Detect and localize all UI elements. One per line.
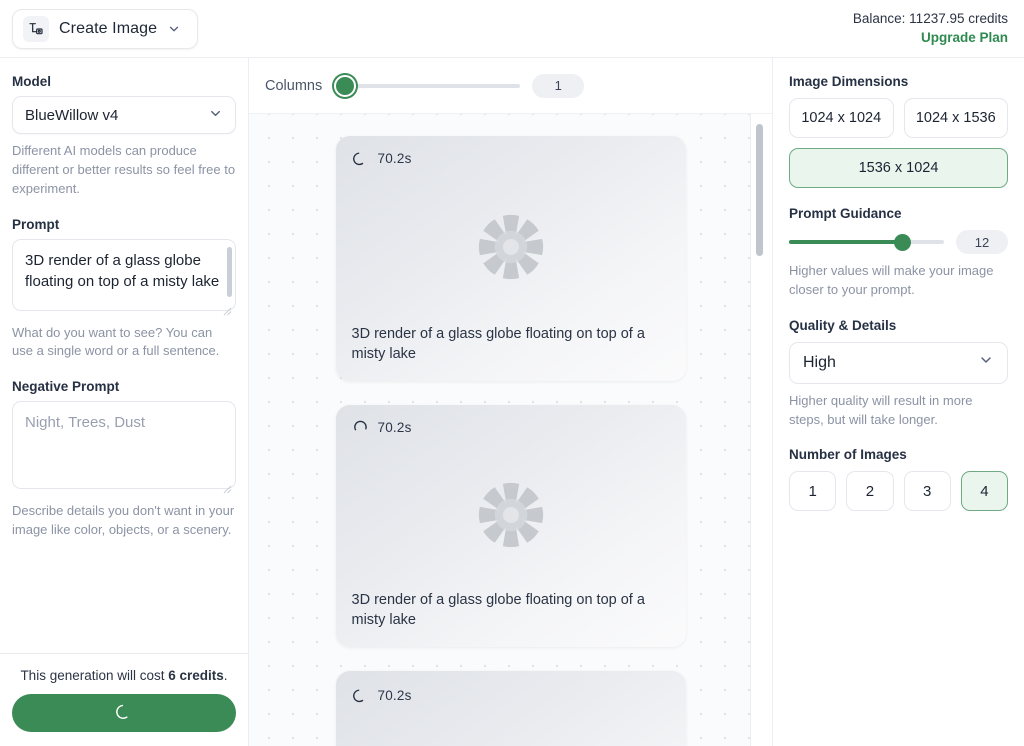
model-select[interactable]: BlueWillow v4	[12, 96, 236, 134]
model-help-text: Different AI models can produce differen…	[12, 143, 236, 196]
sidebar-footer: This generation will cost 6 credits.	[0, 653, 248, 746]
generation-card-header: 70.2s	[336, 405, 686, 450]
prompt-guidance-fill	[789, 240, 906, 244]
quality-help-text: Higher quality will result in more steps…	[789, 392, 973, 427]
negative-prompt-label: Negative Prompt	[12, 379, 120, 395]
generation-card[interactable]: 70.2s	[335, 405, 686, 647]
negative-prompt-field: Negative Prompt Describe details you don…	[12, 379, 236, 540]
prompt-guidance-slider[interactable]	[789, 232, 944, 252]
prompt-guidance-group: Prompt Guidance 12 Higher values will ma…	[789, 206, 1008, 300]
prompt-guidance-label: Prompt Guidance	[789, 206, 902, 221]
quality-group: Quality & Details High Higher quality wi…	[789, 318, 1008, 430]
generation-card[interactable]: 70.2s	[335, 671, 686, 746]
generation-placeholder-art	[336, 180, 686, 314]
generation-card-caption: 3D render of a glass globe floating on t…	[351, 325, 645, 363]
chevron-down-icon	[167, 22, 181, 36]
number-option-1[interactable]: 1	[789, 471, 837, 512]
generation-timer: 70.2s	[377, 419, 412, 435]
main-body: Model BlueWillow v4 Different AI models …	[0, 58, 1024, 746]
image-dimensions-group: Image Dimensions 1024 x 1024 1024 x 1536…	[789, 74, 1008, 188]
prompt-guidance-row: 12	[789, 230, 1008, 254]
model-select-value: BlueWillow v4	[25, 106, 119, 124]
negative-prompt-input-wrap	[12, 401, 236, 494]
columns-slider[interactable]	[334, 74, 521, 97]
canvas-scrollbar-thumb[interactable]	[756, 124, 763, 256]
number-of-images-label: Number of Images	[789, 447, 907, 463]
generation-cards-list: 70.2s 3D render of a glass globe floatin…	[249, 114, 772, 746]
image-dimensions-label: Image Dimensions	[789, 74, 909, 89]
loading-spinner-icon	[115, 703, 133, 723]
balance-area: Balance: 11237.95 credits Upgrade Plan	[853, 10, 1014, 46]
dimension-option-1024x1024[interactable]: 1024 x 1024	[789, 98, 894, 138]
prompt-input[interactable]	[12, 238, 236, 311]
generation-card[interactable]: 70.2s	[335, 136, 686, 381]
create-image-label: Create Image	[59, 19, 158, 37]
sidebar-scroll-area: Model BlueWillow v4 Different AI models …	[0, 58, 248, 653]
columns-slider-track	[334, 83, 521, 88]
generation-card-caption: 3D render of a glass globe floating on t…	[351, 591, 645, 629]
prompt-input-wrap	[12, 238, 236, 316]
prompt-label: Prompt	[12, 216, 60, 232]
number-option-3[interactable]: 3	[903, 471, 951, 512]
quality-label: Quality & Details	[789, 317, 897, 333]
balance-text: Balance: 11237.95 credits	[852, 11, 1008, 27]
petal-loading-wheel-icon	[478, 482, 543, 547]
petal-loading-wheel-icon	[478, 214, 543, 280]
quality-select[interactable]: High	[789, 341, 1008, 384]
generation-options-panel: Image Dimensions 1024 x 1024 1024 x 1536…	[772, 58, 1024, 746]
generation-card-header: 70.2s	[336, 671, 686, 719]
quality-select-value: High	[803, 353, 836, 371]
generation-cost-text: This generation will cost 6 credits.	[12, 668, 236, 683]
dimension-option-1536x1024[interactable]: 1536 x 1024	[789, 148, 1008, 188]
columns-label: Columns	[265, 77, 323, 94]
loading-spinner-icon	[352, 419, 369, 436]
image-generator-app: Create Image Balance: 11237.95 credits U…	[0, 0, 1024, 746]
cost-amount: 6 credits	[168, 668, 224, 683]
chevron-down-icon	[978, 352, 994, 373]
cost-prefix: This generation will cost	[20, 668, 169, 683]
number-of-images-group: Number of Images 1 2 3 4	[789, 447, 1008, 512]
prompt-scrollbar[interactable]	[227, 246, 232, 297]
number-of-images-row: 1 2 3 4	[789, 471, 1008, 512]
prompt-guidance-knob[interactable]	[894, 233, 912, 251]
upgrade-plan-link[interactable]: Upgrade Plan	[853, 29, 1008, 47]
generation-card-header: 70.2s	[336, 136, 686, 180]
chevron-down-icon	[208, 106, 223, 125]
prompt-help-text: What do you want to see? You can use a s…	[12, 324, 220, 359]
generation-canvas: 70.2s 3D render of a glass globe floatin…	[249, 114, 772, 746]
canvas-toolbar: Columns 1	[249, 58, 772, 114]
create-image-button[interactable]: Create Image	[12, 8, 199, 49]
columns-slider-knob[interactable]	[334, 74, 357, 97]
negative-prompt-help-text: Describe details you don't want in your …	[12, 503, 235, 538]
number-option-2[interactable]: 2	[846, 471, 894, 512]
cost-suffix: .	[223, 668, 228, 683]
model-field: Model BlueWillow v4 Different AI models …	[12, 74, 236, 199]
model-label: Model	[12, 74, 51, 89]
prompt-field: Prompt What do you want to see? You can …	[12, 217, 236, 362]
negative-prompt-input[interactable]	[12, 401, 236, 490]
prompt-guidance-help-text: Higher values will make your image close…	[789, 263, 994, 297]
columns-value-pill: 1	[532, 73, 585, 98]
settings-sidebar: Model BlueWillow v4 Different AI models …	[0, 58, 249, 746]
prompt-guidance-value: 12	[956, 230, 1008, 254]
canvas-column: Columns 1 70.2s 3D render of a glass glo…	[249, 58, 772, 746]
image-dimensions-row: 1024 x 1024 1024 x 1536	[789, 98, 1008, 138]
loading-spinner-icon	[352, 687, 369, 704]
dimension-option-1024x1536[interactable]: 1024 x 1536	[903, 98, 1008, 138]
number-option-4[interactable]: 4	[960, 471, 1008, 512]
top-bar: Create Image Balance: 11237.95 credits U…	[0, 0, 1024, 58]
generation-placeholder-art	[336, 719, 686, 746]
text-to-image-icon	[23, 15, 49, 42]
loading-spinner-icon	[352, 150, 369, 167]
generation-placeholder-art	[336, 450, 686, 580]
generate-button[interactable]	[12, 694, 236, 732]
generation-timer: 70.2s	[377, 150, 412, 166]
generation-timer: 70.2s	[377, 687, 412, 703]
